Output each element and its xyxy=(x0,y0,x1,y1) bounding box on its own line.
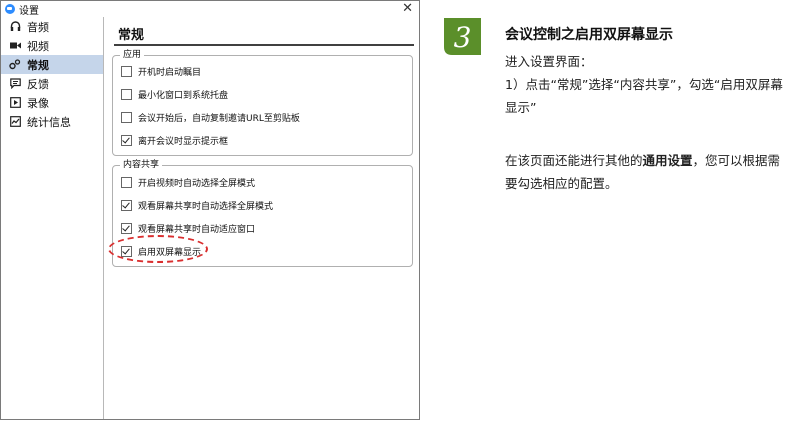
option-label: 观看屏幕共享时自动适应窗口 xyxy=(138,225,256,235)
option-fullscreen-on-video[interactable]: 开启视频时自动选择全屏模式 xyxy=(121,176,255,189)
checkbox[interactable] xyxy=(121,177,132,188)
sidebar-item-statistics[interactable]: 统计信息 xyxy=(1,112,103,131)
gear-icon xyxy=(9,59,21,71)
sidebar-item-feedback[interactable]: 反馈 xyxy=(1,74,103,93)
option-label: 开启视频时自动选择全屏模式 xyxy=(138,179,256,189)
option-label: 观看屏幕共享时自动选择全屏模式 xyxy=(138,202,274,212)
sidebar-item-label: 录像 xyxy=(27,96,49,110)
sidebar-item-video[interactable]: 视频 xyxy=(1,36,103,55)
sidebar-item-general[interactable]: 常规 xyxy=(1,55,103,74)
settings-sidebar: 音频 视频 常规 反馈 录像 统计信息 xyxy=(1,17,104,419)
option-label: 离开会议时显示提示框 xyxy=(138,137,229,147)
settings-window: 设置 ✕ 音频 视频 常规 反馈 录像 统计信息 常规 应用 开机时启动瞩目 最… xyxy=(0,0,420,420)
highlight-circle xyxy=(108,235,208,263)
option-fit-window-on-share[interactable]: 观看屏幕共享时自动适应窗口 xyxy=(121,222,255,235)
group-label: 应用 xyxy=(120,49,145,61)
chart-icon xyxy=(9,116,21,128)
title-divider xyxy=(114,44,414,46)
sidebar-item-label: 反馈 xyxy=(27,77,49,91)
checkbox-checked[interactable] xyxy=(121,223,132,234)
headphones-icon xyxy=(9,21,21,33)
note-text: 在该页面还能进行其他的 xyxy=(505,153,643,168)
instruction-note: 在该页面还能进行其他的通用设置，您可以根据需要勾选相应的配置。 xyxy=(505,149,787,195)
sidebar-item-label: 统计信息 xyxy=(27,115,71,129)
option-fullscreen-on-share[interactable]: 观看屏幕共享时自动选择全屏模式 xyxy=(121,199,273,212)
close-button[interactable]: ✕ xyxy=(402,1,413,16)
option-copy-invite-url[interactable]: 会议开始后，自动复制邀请URL至剪贴板 xyxy=(121,111,300,124)
checkbox[interactable] xyxy=(121,112,132,123)
app-logo-icon xyxy=(5,4,15,14)
comment-icon xyxy=(9,78,21,90)
checkbox-checked[interactable] xyxy=(121,200,132,211)
step-number: 3 xyxy=(454,21,472,54)
sidebar-item-label: 音频 xyxy=(27,20,49,34)
checkbox[interactable] xyxy=(121,89,132,100)
page-title: 常规 xyxy=(118,28,145,43)
option-label: 开机时启动瞩目 xyxy=(138,68,202,78)
camera-icon xyxy=(9,40,21,52)
title-bar: 设置 ✕ xyxy=(1,1,419,17)
window-title: 设置 xyxy=(19,5,39,17)
instruction-line-2: 1）点击“常规”选择“内容共享”，勾选“启用双屏幕显示” xyxy=(505,77,783,115)
sidebar-item-audio[interactable]: 音频 xyxy=(1,17,103,36)
step-badge: 3 xyxy=(440,14,485,59)
note-bold-text: 通用设置 xyxy=(642,153,693,168)
option-label: 最小化窗口到系统托盘 xyxy=(138,91,229,101)
sidebar-item-recording[interactable]: 录像 xyxy=(1,93,103,112)
option-launch-on-startup[interactable]: 开机时启动瞩目 xyxy=(121,65,201,78)
sidebar-item-label: 常规 xyxy=(27,58,49,72)
checkbox-checked[interactable] xyxy=(121,135,132,146)
sidebar-item-label: 视频 xyxy=(27,39,49,53)
step-heading: 会议控制之启用双屏幕显示 xyxy=(505,27,673,43)
settings-content: 常规 应用 开机时启动瞩目 最小化窗口到系统托盘 会议开始后，自动复制邀请URL… xyxy=(104,17,419,419)
checkbox[interactable] xyxy=(121,66,132,77)
group-label: 内容共享 xyxy=(120,159,163,171)
option-leave-confirm[interactable]: 离开会议时显示提示框 xyxy=(121,134,228,147)
group-application: 应用 开机时启动瞩目 最小化窗口到系统托盘 会议开始后，自动复制邀请URL至剪贴… xyxy=(112,49,413,156)
option-label: 会议开始后，自动复制邀请URL至剪贴板 xyxy=(138,114,300,124)
record-icon xyxy=(9,97,21,109)
option-minimize-to-tray[interactable]: 最小化窗口到系统托盘 xyxy=(121,88,228,101)
instruction-line-1: 进入设置界面： xyxy=(505,54,593,69)
